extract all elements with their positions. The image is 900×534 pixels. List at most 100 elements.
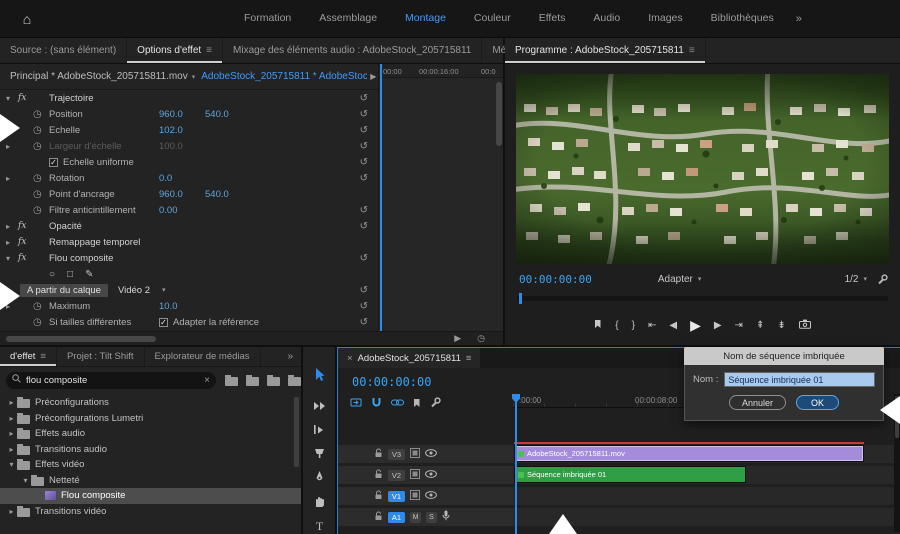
playback-resolution-dropdown[interactable]: 1/2▾ (845, 274, 867, 285)
workspace-tab-effets[interactable]: Effets (525, 0, 580, 37)
expander-icon[interactable]: ▸ (6, 142, 18, 151)
clip-nav-arrow-icon[interactable]: ▶ (370, 72, 376, 81)
solo-button[interactable]: S (426, 512, 437, 523)
param-value[interactable]: 10.0 (159, 301, 205, 312)
track-target-v3[interactable]: V3 (388, 449, 405, 460)
workspace-tab-images[interactable]: Images (634, 0, 696, 37)
stopwatch-icon[interactable]: ◷ (33, 141, 49, 152)
pen-mask-icon[interactable]: ✎ (85, 269, 93, 280)
expander-icon[interactable]: ▸ (6, 398, 17, 407)
track-lock-icon[interactable] (374, 469, 383, 482)
stopwatch-icon[interactable]: ◷ (33, 173, 49, 184)
timeline-playhead[interactable] (515, 394, 517, 534)
extract-button[interactable]: ⇟ (777, 320, 785, 331)
tab-explorateur[interactable]: Explorateur de médias (145, 347, 261, 366)
program-monitor-video[interactable] (516, 74, 889, 264)
go-to-out-button[interactable]: ⇥ (735, 320, 743, 331)
keyframe-ruler[interactable]: 00:00 00:00:16:00 00:0 (379, 64, 503, 78)
lift-button[interactable]: ⇞ (756, 320, 764, 331)
tree-item-effets-audio[interactable]: ▸Effets audio (0, 426, 301, 442)
stopwatch-icon[interactable]: ◷ (33, 317, 49, 328)
timeline-settings-wrench-icon[interactable] (430, 397, 441, 411)
hand-tool-icon[interactable] (312, 494, 327, 509)
settings-wrench-icon[interactable] (877, 274, 888, 285)
expander-icon[interactable]: ▸ (6, 507, 17, 516)
add-marker-icon[interactable] (594, 319, 602, 332)
mute-button[interactable]: M (410, 512, 421, 523)
workspace-tab-bibliotheques[interactable]: Bibliothèques (697, 0, 788, 37)
ripple-edit-tool-icon[interactable] (312, 422, 327, 437)
stopwatch-icon[interactable]: ◷ (33, 189, 49, 200)
effect-row-point-ancrage[interactable]: ◷ Point d'ancrage 960.0 540.0 (0, 186, 378, 202)
tab-audio-mixer[interactable]: Mixage des éléments audio : AdobeStock_2… (223, 38, 482, 63)
fit-dropdown[interactable]: Adapter▾ (658, 274, 702, 285)
effect-row-filtre-anticintillement[interactable]: ◷ Filtre anticintillement 0.00 ↺ (0, 202, 378, 218)
chevron-down-icon[interactable]: ▾ (192, 73, 196, 81)
stopwatch-icon[interactable]: ◷ (33, 301, 49, 312)
workspace-tab-couleur[interactable]: Couleur (460, 0, 525, 37)
track-target-v2[interactable]: V2 (388, 470, 405, 481)
track-target-a1[interactable]: A1 (388, 512, 405, 523)
sync-lock-icon[interactable] (410, 469, 420, 482)
program-scrubber[interactable] (517, 296, 888, 301)
workspace-tab-formation[interactable]: Formation (230, 0, 305, 37)
reset-icon[interactable]: ↺ (360, 141, 368, 152)
effect-row-remappage-temporel[interactable]: ▸ fx Remappage temporel (0, 234, 378, 250)
go-to-in-button[interactable]: ⇤ (648, 320, 656, 331)
reset-icon[interactable]: ↺ (360, 205, 368, 216)
reset-icon[interactable]: ↺ (360, 285, 368, 296)
tree-item-nettete[interactable]: ▾Netteté (0, 473, 301, 489)
ellipse-mask-icon[interactable]: ○ (49, 269, 55, 280)
uniform-scale-checkbox[interactable]: ✓ (49, 158, 58, 167)
reset-icon[interactable]: ↺ (360, 93, 368, 104)
param-value-y[interactable]: 540.0 (205, 109, 251, 120)
tree-item-flou-composite[interactable]: Flou composite (0, 488, 301, 504)
reset-icon[interactable]: ↺ (360, 125, 368, 136)
track-select-tool-icon[interactable] (312, 398, 327, 413)
param-value[interactable]: 0.0 (159, 173, 205, 184)
track-visibility-eye-icon[interactable] (425, 491, 437, 502)
pen-tool-icon[interactable] (312, 470, 327, 485)
panel-menu-icon[interactable]: ≡ (40, 351, 46, 362)
effect-row-maximum[interactable]: ▸ ◷ Maximum 10.0 ↺ (0, 298, 378, 314)
panel-menu-icon[interactable]: ≡ (689, 45, 695, 56)
lane-v1[interactable] (513, 487, 894, 505)
tab-effect-controls[interactable]: Options d'effet≡ (127, 38, 223, 63)
stopwatch-icon[interactable]: ◷ (33, 109, 49, 120)
expander-icon[interactable]: ▸ (6, 222, 18, 231)
razor-tool-icon[interactable] (312, 446, 327, 461)
track-visibility-eye-icon[interactable] (425, 470, 437, 481)
reset-icon[interactable]: ↺ (360, 109, 368, 120)
track-header-a1[interactable]: A1 M S (338, 508, 513, 526)
track-lock-icon[interactable] (374, 511, 383, 524)
clip-adobestock[interactable]: AdobeStock_205715811.mov (514, 445, 864, 462)
new-custom-bin-icon[interactable] (225, 377, 238, 386)
effect-row-a-partir-du-calque[interactable]: A partir du calque Vidéo 2▾ ↺ (0, 282, 378, 298)
expander-icon[interactable]: ▸ (6, 445, 17, 454)
param-value-y[interactable]: 540.0 (205, 189, 251, 200)
expander-icon[interactable]: ▸ (6, 238, 18, 247)
param-value[interactable]: 102.0 (159, 125, 205, 136)
effect-row-echelle[interactable]: ▸ ◷ Echelle 102.0 ↺ (0, 122, 378, 138)
scrubber-playhead[interactable] (519, 293, 522, 304)
effect-row-rotation[interactable]: ▸ ◷ Rotation 0.0 ↺ (0, 170, 378, 186)
close-icon[interactable]: × (347, 353, 353, 364)
add-marker-icon[interactable] (413, 398, 421, 411)
param-value-x[interactable]: 960.0 (159, 189, 205, 200)
stretch-checkbox[interactable]: ✓ (159, 318, 168, 327)
track-lock-icon[interactable] (374, 490, 383, 503)
tree-item-effets-video[interactable]: ▾Effets vidéo (0, 457, 301, 473)
tree-item-preconfigurations[interactable]: ▸Préconfigurations (0, 395, 301, 411)
reset-icon[interactable]: ↺ (360, 221, 368, 232)
workspace-tab-assemblage[interactable]: Assemblage (305, 0, 391, 37)
track-header-v2[interactable]: V2 (338, 466, 513, 484)
program-timecode[interactable]: 00:00:00:00 (519, 273, 592, 286)
rect-mask-icon[interactable]: □ (67, 269, 73, 280)
effect-row-position[interactable]: ◷ Position 960.0 540.0 ↺ (0, 106, 378, 122)
bin-icon[interactable] (246, 377, 259, 386)
blur-layer-dropdown[interactable]: Vidéo 2▾ (118, 285, 166, 296)
horizontal-scrollbar[interactable] (6, 336, 156, 342)
clip-sequence-imbriquee[interactable]: Séquence imbriquée 01 (514, 466, 746, 483)
panel-menu-icon[interactable]: ≡ (206, 45, 212, 56)
reset-icon[interactable]: ↺ (360, 173, 368, 184)
